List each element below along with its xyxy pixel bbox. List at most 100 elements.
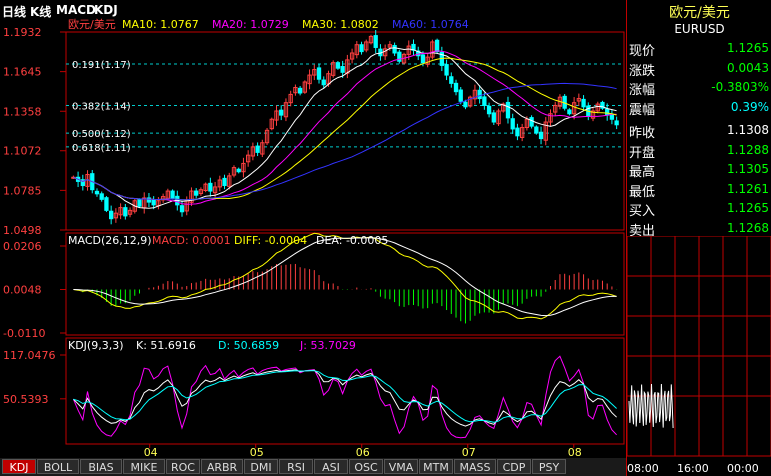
quote-row: 最高 1.1305 xyxy=(627,161,771,180)
fib-label: 0.500(1.12) xyxy=(72,129,131,140)
price-tick-label: 1.1645 xyxy=(3,66,42,79)
macd-legend-item: DIFF: -0.0004 xyxy=(234,234,307,247)
kdj-title: KDJ(9,3,3) xyxy=(68,339,124,352)
candle-body xyxy=(297,87,303,94)
kdj-tick-label: 117.0476 xyxy=(3,349,56,362)
quote-label: 最低 xyxy=(629,184,656,200)
candles xyxy=(71,29,619,225)
quote-label: 涨幅 xyxy=(629,83,656,98)
forex-chart-app: 日线 K线 MACD KDJ 0.191(1.17) 0.382(1.14) 0.5… xyxy=(0,0,771,476)
tab-cdp[interactable]: CDP xyxy=(497,459,531,474)
candle-body xyxy=(255,145,260,153)
candle-body xyxy=(222,177,227,187)
fib-label: 0.382(1.14) xyxy=(72,101,131,112)
candle-body xyxy=(605,108,610,116)
symbol-code: EURUSD xyxy=(674,22,725,36)
mini-time-label: 16:00 xyxy=(677,462,709,475)
tab-roc[interactable]: ROC xyxy=(166,459,200,474)
month-tick-label: 08 xyxy=(568,446,582,458)
quote-row: 昨收 1.1308 xyxy=(627,122,771,141)
quote-row: 震幅 0.39% xyxy=(627,99,771,118)
macd-legend-item: MACD: 0.0001 xyxy=(152,234,231,247)
quote-label: 现价 xyxy=(629,44,656,59)
candle-body xyxy=(477,89,482,100)
tab-asi[interactable]: ASI xyxy=(314,459,348,474)
price-legend-item: MA30: 1.0802 xyxy=(302,18,379,31)
month-ticks: 04 05 06 07 08 xyxy=(144,444,582,458)
symbol-title: 欧元/美元 xyxy=(669,5,730,21)
quote-value: 1.1265 xyxy=(727,201,769,215)
dea-line xyxy=(73,237,617,317)
tab-arbr[interactable]: ARBR xyxy=(201,459,243,474)
tab-osc[interactable]: OSC xyxy=(349,459,383,474)
kdj-legend-item: J: 53.7029 xyxy=(299,339,356,352)
intraday-mini-chart: 08:00 16:00 00:00 xyxy=(627,236,771,475)
candle-body xyxy=(151,199,156,206)
fib-label: 0.618(1.11) xyxy=(72,143,131,154)
candle-body xyxy=(567,109,572,115)
candle-body xyxy=(444,64,449,76)
quote-value: 0.0043 xyxy=(727,60,769,75)
candle-body xyxy=(109,210,114,220)
quote-label: 昨收 xyxy=(629,126,656,141)
kdj-legend: KDJ(9,3,3) K: 51.6916 D: 50.6859 J: 53.702… xyxy=(68,339,356,352)
quote-label: 震幅 xyxy=(629,102,656,118)
candle-body xyxy=(99,193,104,200)
price-tick-label: 1.0498 xyxy=(3,224,42,237)
month-tick-label: 05 xyxy=(250,446,264,458)
quote-value: 1.1268 xyxy=(727,220,769,235)
quote-row: 最低 1.1261 xyxy=(627,181,771,200)
kdj-legend-item: K: 51.6916 xyxy=(136,339,196,352)
kdj-plot xyxy=(72,355,617,439)
tab-rsi[interactable]: RSI xyxy=(279,459,313,474)
candle-body xyxy=(458,89,463,102)
quote-value: 1.1305 xyxy=(727,162,769,176)
macd-tick-label: 0.0048 xyxy=(3,284,42,297)
candle-body xyxy=(538,131,544,140)
candle-body xyxy=(510,118,515,130)
tab-vma[interactable]: VMA xyxy=(384,459,418,474)
candle-body xyxy=(614,120,619,126)
candle-body xyxy=(94,190,100,195)
tab-dmi[interactable]: DMI xyxy=(244,459,278,474)
quote-panel: 欧元/美元 EURUSD 现价 1.1265 涨跌 0.0043 涨幅 -0.3803% 震… xyxy=(626,0,771,476)
candle-body xyxy=(392,45,397,54)
price-legend-item: MA20: 1.0729 xyxy=(212,18,289,31)
quote-value: 1.1288 xyxy=(727,142,769,157)
quote-value: 1.1308 xyxy=(727,123,769,137)
quote-row: 涨幅 -0.3803% xyxy=(627,79,771,98)
price-ticks: 1.1932 1.1645 1.1358 1.1072 1.0785 1.0498 xyxy=(3,26,66,237)
main-chart-area[interactable]: 0.191(1.17) 0.382(1.14) 0.500(1.12) 0.618(1… xyxy=(0,0,626,458)
tab-boll[interactable]: BOLL xyxy=(37,459,79,474)
tab-kdj[interactable]: KDJ xyxy=(2,459,36,474)
candle-body xyxy=(123,207,128,217)
candle-body xyxy=(170,190,175,199)
macd-legend: MACD(26,12,9) MACD: 0.0001 DIFF: -0.0004 D… xyxy=(68,234,388,247)
quote-value: 0.39% xyxy=(730,99,769,114)
ma-line xyxy=(73,82,617,201)
macd-tick-label: -0.0110 xyxy=(3,327,45,340)
price-legend-item: MA10: 1.0767 xyxy=(122,18,199,31)
tab-mass[interactable]: MASS xyxy=(454,459,496,474)
mini-time-label: 00:00 xyxy=(727,462,759,475)
candle-body xyxy=(529,117,534,127)
price-tick-label: 1.1072 xyxy=(3,145,42,158)
candle-body xyxy=(335,62,341,69)
tab-bias[interactable]: BIAS xyxy=(80,459,122,474)
quote-value: 1.1265 xyxy=(727,41,769,55)
macd-tick-label: 0.0206 xyxy=(3,240,42,253)
kdj-tick-label: 50.5393 xyxy=(3,393,49,406)
candle-body xyxy=(581,98,586,108)
fib-label: 0.191(1.17) xyxy=(72,60,131,71)
month-tick-label: 07 xyxy=(462,446,476,458)
mini-time-label: 08:00 xyxy=(627,462,659,475)
macd-panel-frame xyxy=(65,232,625,336)
candle-body xyxy=(321,79,326,86)
candle-body xyxy=(453,82,459,93)
macd-legend-item: DEA: -0.0005 xyxy=(316,234,388,247)
tab-mike[interactable]: MIKE xyxy=(123,459,165,474)
tab-mtm[interactable]: MTM xyxy=(419,459,453,474)
tab-psy[interactable]: PSY xyxy=(532,459,566,474)
candle-body xyxy=(236,168,241,173)
candle-body xyxy=(104,197,109,211)
